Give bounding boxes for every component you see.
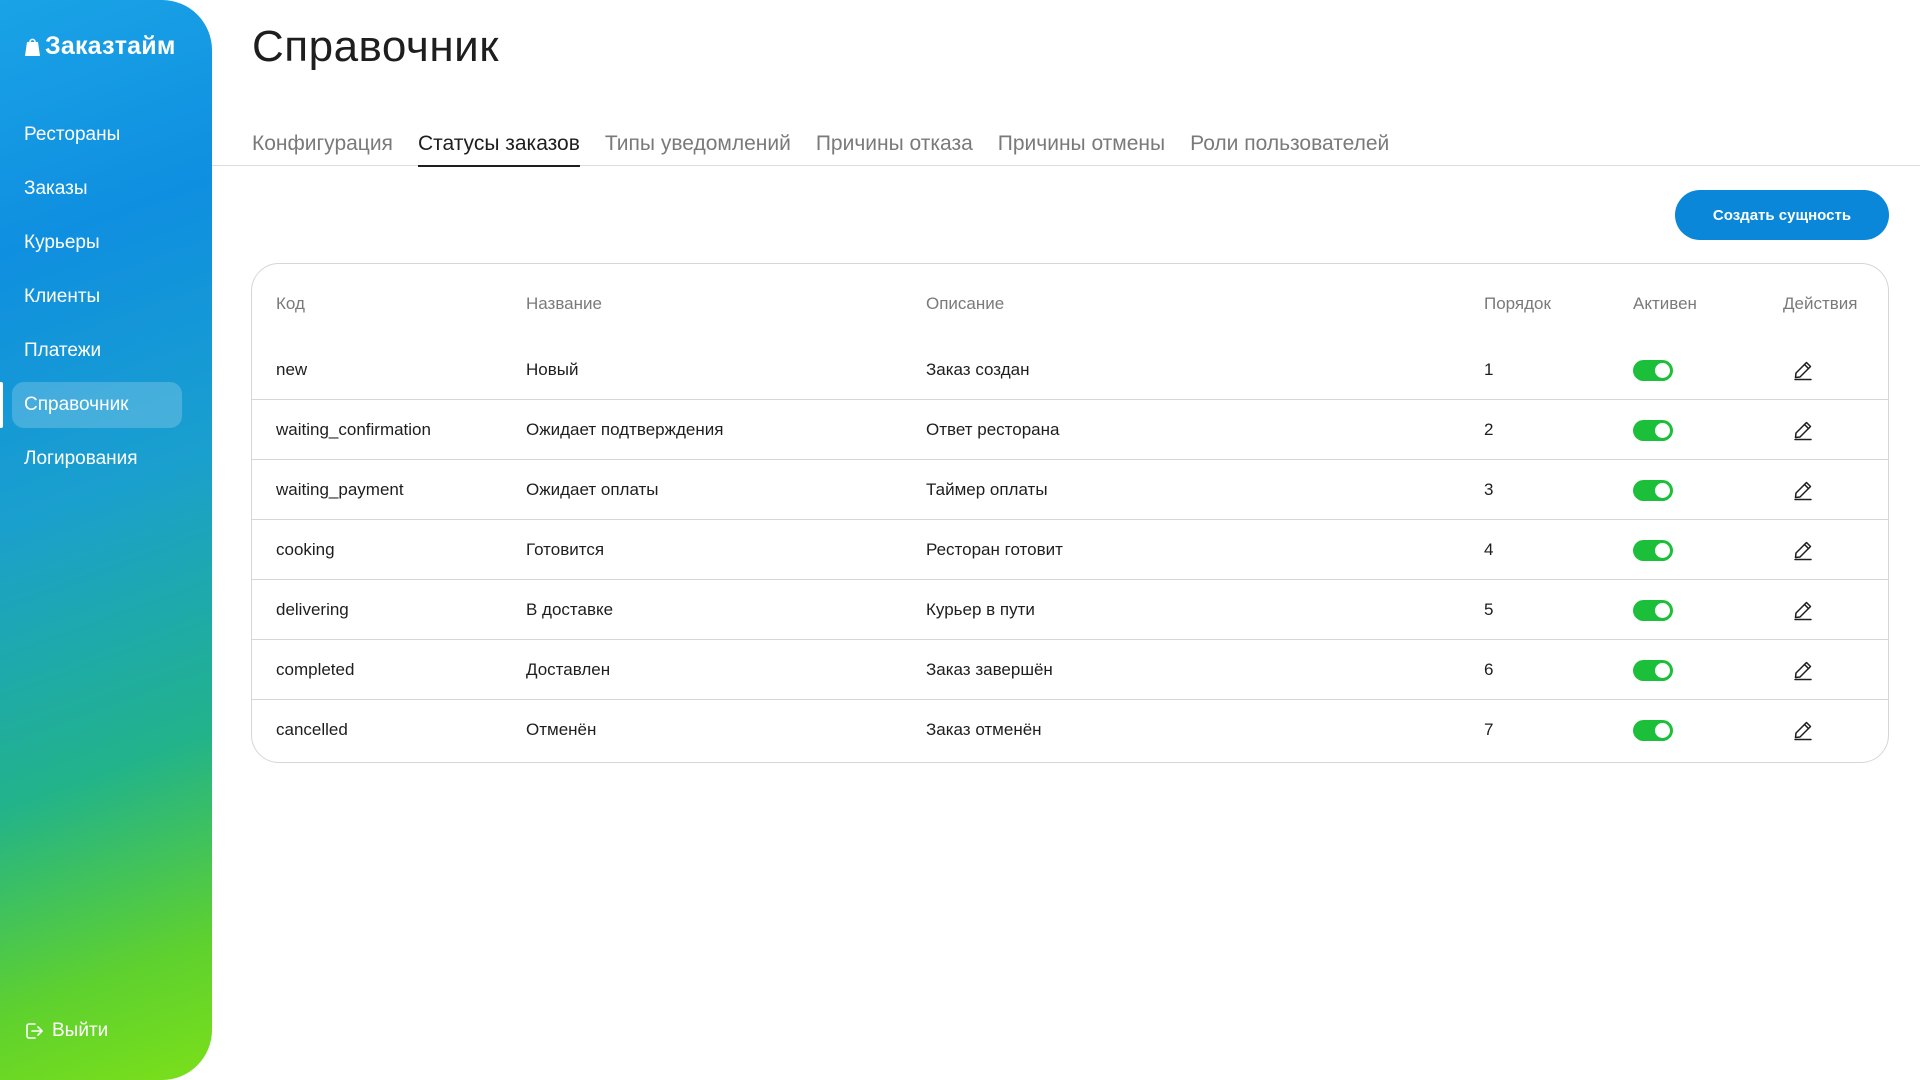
- edit-icon[interactable]: [1792, 359, 1814, 381]
- toggle-knob: [1655, 483, 1670, 498]
- sidebar-item-label: Платежи: [24, 340, 102, 361]
- active-toggle[interactable]: [1633, 420, 1673, 441]
- cell-description: Заказ завершён: [926, 660, 1053, 679]
- table-row: waiting_payment Ожидает оплаты Таймер опла…: [252, 460, 1888, 520]
- sidebar-item-label: Курьеры: [24, 232, 100, 253]
- logout-button[interactable]: Выйти: [24, 1020, 108, 1042]
- sidebar-item-clients[interactable]: Клиенты: [12, 274, 182, 320]
- table-row: waiting_confirmation Ожидает подтверждени…: [252, 400, 1888, 460]
- sidebar-item-logs[interactable]: Логирования: [12, 436, 182, 482]
- table-row: completed Доставлен Заказ завершён 6: [252, 640, 1888, 700]
- column-header-description: Описание: [926, 294, 1005, 313]
- cell-name: Доставлен: [526, 660, 611, 679]
- cell-description: Заказ отменён: [926, 720, 1042, 739]
- tab-order-statuses[interactable]: Статусы заказов: [417, 128, 580, 167]
- active-toggle[interactable]: [1633, 720, 1673, 741]
- logo-bag-icon: [25, 38, 40, 56]
- cell-order: 4: [1484, 540, 1494, 559]
- cell-order: 7: [1484, 720, 1494, 739]
- cell-description: Ресторан готовит: [926, 540, 1063, 559]
- tab-rejection-reasons[interactable]: Причины отказа: [816, 128, 973, 166]
- cell-code: waiting_confirmation: [276, 420, 431, 439]
- sidebar-item-label: Логирования: [24, 448, 138, 469]
- table-header: Код Название Описание Порядок Активен Де…: [252, 264, 1888, 340]
- column-header-name: Название: [526, 294, 602, 313]
- cell-name: В доставке: [526, 600, 614, 619]
- table-row: cancelled Отменён Заказ отменён 7: [252, 700, 1888, 760]
- table-row: delivering В доставке Курьер в пути 5: [252, 580, 1888, 640]
- sidebar-item-restaurants[interactable]: Рестораны: [12, 112, 182, 158]
- cell-code: delivering: [276, 600, 349, 619]
- cell-name: Новый: [526, 360, 579, 379]
- create-entity-button[interactable]: Создать сущность: [1675, 190, 1889, 240]
- cell-code: completed: [276, 660, 355, 679]
- toggle-knob: [1655, 423, 1670, 438]
- logout-icon: [26, 1023, 43, 1039]
- cell-code: cancelled: [276, 720, 348, 739]
- active-toggle[interactable]: [1633, 540, 1673, 561]
- cell-order: 1: [1484, 360, 1494, 379]
- toggle-knob: [1655, 543, 1670, 558]
- cell-order: 6: [1484, 660, 1494, 679]
- logo-text: Заказтайм: [45, 32, 176, 60]
- cell-name: Ожидает оплаты: [526, 480, 659, 499]
- sidebar: Заказтайм Рестораны Заказы Курьеры Клиен…: [0, 0, 212, 1080]
- tab-bar: Конфигурация Статусы заказов Типы уведом…: [212, 128, 1920, 167]
- cell-order: 3: [1484, 480, 1494, 499]
- column-header-order: Порядок: [1484, 294, 1551, 313]
- table-body: new Новый Заказ создан 1 waiting_confirmatio…: [252, 340, 1888, 760]
- cell-description: Заказ создан: [926, 360, 1030, 379]
- column-header-actions: Действия: [1783, 294, 1858, 313]
- toggle-knob: [1655, 663, 1670, 678]
- cell-name: Отменён: [526, 720, 597, 739]
- cell-name: Ожидает подтверждения: [526, 420, 724, 439]
- tab-cancellation-reasons[interactable]: Причины отмены: [998, 128, 1165, 166]
- edit-icon[interactable]: [1792, 659, 1814, 681]
- column-header-active: Активен: [1633, 294, 1697, 313]
- tab-user-roles[interactable]: Роли пользователей: [1190, 128, 1389, 166]
- table-row: cooking Готовится Ресторан готовит 4: [252, 520, 1888, 580]
- logout-label: Выйти: [52, 1020, 109, 1041]
- edit-icon[interactable]: [1792, 599, 1814, 621]
- sidebar-item-payments[interactable]: Платежи: [12, 328, 182, 374]
- cell-description: Таймер оплаты: [926, 480, 1048, 499]
- edit-icon[interactable]: [1792, 479, 1814, 501]
- active-toggle[interactable]: [1633, 660, 1673, 681]
- cell-order: 2: [1484, 420, 1494, 439]
- tab-notification-types[interactable]: Типы уведомлений: [605, 128, 791, 166]
- app-root: Заказтайм Рестораны Заказы Курьеры Клиен…: [0, 0, 1920, 1080]
- cell-description: Курьер в пути: [926, 600, 1035, 619]
- cell-name: Готовится: [526, 540, 605, 559]
- page-title: Справочник: [252, 22, 499, 71]
- toggle-knob: [1655, 603, 1670, 618]
- cell-description: Ответ ресторана: [926, 420, 1060, 439]
- edit-icon[interactable]: [1792, 719, 1814, 741]
- logo: Заказтайм: [24, 32, 176, 61]
- sidebar-item-label: Рестораны: [24, 124, 121, 145]
- sidebar-item-label: Справочник: [24, 394, 129, 415]
- sidebar-item-couriers[interactable]: Курьеры: [12, 220, 182, 266]
- edit-icon[interactable]: [1792, 419, 1814, 441]
- toggle-knob: [1655, 723, 1670, 738]
- active-toggle[interactable]: [1633, 480, 1673, 501]
- cell-code: cooking: [276, 540, 335, 559]
- table-row: new Новый Заказ создан 1: [252, 340, 1888, 400]
- tab-configuration[interactable]: Конфигурация: [252, 128, 393, 166]
- cell-code: new: [276, 360, 308, 379]
- toggle-knob: [1655, 363, 1670, 378]
- active-toggle[interactable]: [1633, 600, 1673, 621]
- statuses-table: Код Название Описание Порядок Активен Де…: [251, 263, 1889, 763]
- edit-icon[interactable]: [1792, 539, 1814, 561]
- active-toggle[interactable]: [1633, 360, 1673, 381]
- column-header-code: Код: [276, 294, 305, 313]
- cell-order: 5: [1484, 600, 1494, 619]
- sidebar-item-orders[interactable]: Заказы: [12, 166, 182, 212]
- sidebar-item-label: Клиенты: [24, 286, 101, 307]
- sidebar-item-label: Заказы: [24, 178, 88, 199]
- sidebar-nav: Рестораны Заказы Курьеры Клиенты Платежи…: [0, 112, 212, 490]
- sidebar-item-directory[interactable]: Справочник: [0, 382, 182, 428]
- active-indicator: [0, 382, 3, 428]
- cell-code: waiting_payment: [276, 480, 404, 499]
